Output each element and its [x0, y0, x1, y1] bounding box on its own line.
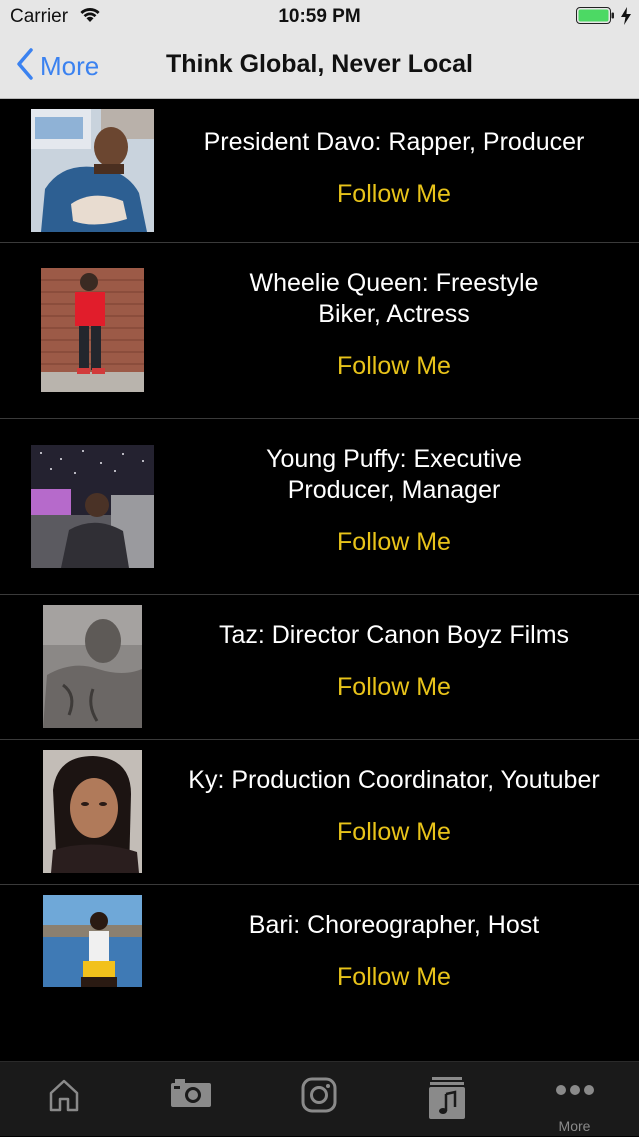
list-item: Bari: Choreographer, Host Follow Me — [0, 885, 639, 1061]
list-item: Wheelie Queen: Freestyle Biker, Actress … — [0, 243, 639, 419]
list-item: Ky: Production Coordinator, Youtuber Fol… — [0, 740, 639, 885]
tab-more-label: More — [558, 1118, 591, 1134]
list-item: President Davo: Rapper, Producer Follow … — [0, 99, 639, 243]
profile-name: President Davo: Rapper, Producer — [203, 128, 585, 156]
follow-me-button[interactable]: Follow Me — [337, 673, 451, 702]
profile-photo — [41, 268, 144, 392]
clock-time: 10:59 PM — [278, 6, 361, 27]
tab-music[interactable] — [383, 1062, 510, 1137]
follow-me-button[interactable]: Follow Me — [337, 818, 451, 847]
follow-me-button[interactable]: Follow Me — [337, 963, 451, 992]
profile-name: Young Puffy: Executive Producer, Manager — [266, 445, 522, 504]
profile-photo — [31, 109, 154, 232]
charging-icon — [620, 6, 632, 31]
tab-home[interactable] — [0, 1062, 127, 1137]
follow-me-button[interactable]: Follow Me — [337, 352, 451, 381]
profile-photo — [31, 445, 154, 568]
follow-me-button[interactable]: Follow Me — [337, 180, 451, 209]
profile-photo — [43, 750, 142, 873]
profile-name: Ky: Production Coordinator, Youtuber — [188, 766, 600, 794]
tab-camera[interactable] — [127, 1062, 254, 1137]
battery-icon — [576, 7, 615, 24]
page-title: Think Global, Never Local — [165, 50, 474, 78]
tab-bar: More — [0, 1061, 639, 1136]
list-item: Young Puffy: Executive Producer, Manager… — [0, 419, 639, 595]
list-item: Taz: Director Canon Boyz Films Follow Me — [0, 595, 639, 740]
profile-name: Wheelie Queen: Freestyle Biker, Actress — [249, 269, 539, 328]
profile-list[interactable]: President Davo: Rapper, Producer Follow … — [0, 99, 639, 1061]
tab-more[interactable]: More — [511, 1062, 638, 1137]
profile-name: Bari: Choreographer, Host — [248, 911, 540, 939]
profile-photo — [43, 605, 142, 728]
tab-instagram[interactable] — [255, 1062, 382, 1137]
profile-photo — [43, 895, 142, 987]
profile-name: Taz: Director Canon Boyz Films — [218, 621, 570, 649]
navigation-bar: More Think Global, Never Local — [0, 33, 639, 99]
follow-me-button[interactable]: Follow Me — [337, 528, 451, 557]
status-bar: Carrier 10:59 PM — [0, 0, 639, 33]
